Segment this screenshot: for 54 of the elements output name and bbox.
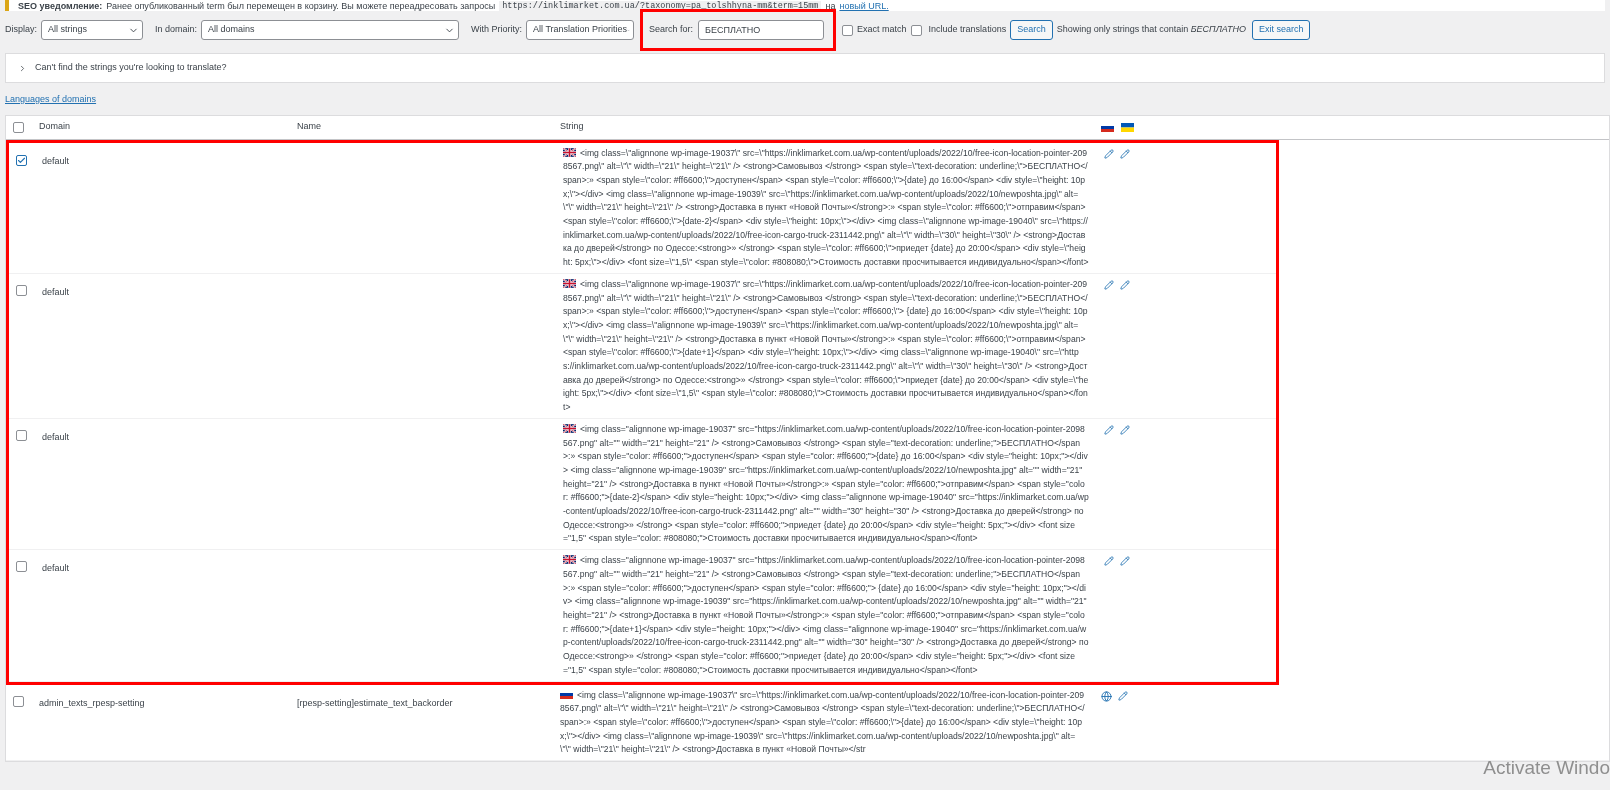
string-cell: <img class=\"alignnone wp-image-19037\" src=\"https://inklimarket.com.ua/wp-content/uploads/2022/10/free-icon-location-pointer-2098567.png\" alt=\"\" width=\"21\" height=\"21\" /> <strong>Самовывоз </strong> <span style=\"text-decoration: underline;\">БЕСПЛАТНО</span>:» <span style=\"color: #ff6600;\">доступен</span> <span style=\"color: #ff6600;\">{date} до 16:00</span> <div style=\"height: 10px;\"></div> <img class=\"alignnone wp-image-19039\" src=\"https://inklimarket.com.ua/wp-content/uploads/2022/10/newposhta.jpg\" alt=\"\" width=\"21\" height=\"21\" /> <strong>Доставка в пункт «Новой Почты»</strong>:» <span style=\"color: #ff6600;\">отправим</span> <span style=\"color: #ff6600;\">{date-2}</span> <div style=\"height: 10px;\"></div> <img class=\"alignnone wp-image-19040\" src=\"https://inklimarket.com.ua/wp-content/uploads/2022/10/free-icon-cargo-truck-2311442.png\" alt=\"\" width=\"30\" height=\"30\" /> <strong>Доставка до дверей</strong> по Одессе:<strong>» </strong> <span style=\"color: #ff6600;\">приедет {date} до 20:00</span> <div style=\"height: 5px;\"></div> <font size=\"1,5\" <span style=\"color: #808080;\">Стоимость доставки просчитывается индивидуально</span></font> [563, 146, 1089, 270]
new-url-link[interactable]: новый URL. [839, 1, 889, 11]
priority-select[interactable]: All Translation Priorities [526, 20, 635, 40]
pencil-icon[interactable] [1104, 424, 1114, 435]
column-header: Domain [39, 121, 70, 132]
domain-cell: default [42, 563, 70, 574]
domain-select[interactable]: All domains [201, 20, 460, 40]
row-checkbox[interactable] [16, 561, 27, 573]
row-checkbox[interactable] [16, 154, 27, 166]
display-select[interactable]: All strings [41, 20, 143, 40]
pencil-icon[interactable] [1120, 148, 1130, 159]
domain-label: In domain: [155, 23, 198, 37]
row-checkbox[interactable] [16, 429, 27, 441]
domain-cell: admin_texts_rpesp-setting [39, 697, 145, 708]
help-panel-label: Can't find the strings you're looking to translate? [35, 61, 227, 75]
notice-text: Ранее опубликованный term был перемещен в корзину. Вы можете переадресовать запросы [106, 1, 496, 11]
pencil-icon[interactable] [1118, 690, 1128, 701]
pencil-icon[interactable] [1120, 279, 1130, 290]
domain-cell: default [42, 286, 70, 297]
select-all-checkbox[interactable] [13, 121, 24, 133]
help-panel[interactable]: Can't find the strings you're looking to translate? [5, 53, 1605, 83]
string-cell-text: <img class="alignnone wp-image-19037" src="https://inklimarket.com.ua/wp-content/uploads/2022/10/free-icon-location-pointer-2098567.png" alt="" width="21" height="21" /> <strong>Самовывоз </strong> <span style="text-decoration: underline;">БЕСПЛАТНО</span>:» <span style="color: #ff6600;">доступен</span> <span style="color: #ff6600;">{date} до 16:00</span> <div style="height: 10px;"></div> <img class="alignnone wp-image-19039" src="https://inklimarket.com.ua/wp-content/uploads/2022/10/newposhta.jpg" alt="" width="21" height="21" /> <strong>Доставка в пункт «Новой Почты»</strong>:» <span style="color: #ff6600;">отправим</span> <span style="color: #ff6600;">{date-2}</span> <div style="height: 10px;"></div> <img class="alignnone wp-image-19040" src="https://inklimarket.com.ua/wp-content/uploads/2022/10/free-icon-cargo-truck-2311442.png" alt="" width="30" height="30" /> <strong>Доставка до дверей</strong> по Одессе:<strong>» </strong> <span style="color: #ff6600;">приедет {date} до 20:00</span> <div style="height: 5px;"></div> <font size="1,5" <span style="color: #808080;">Стоимость доставки просчитывается индивидуально</span></font> [563, 422, 1089, 546]
search-field[interactable]: БЕСПЛАТНО [698, 20, 825, 40]
string-cell: <img class=\"alignnone wp-image-19037\" src=\"https://inklimarket.com.ua/wp-content/uploads/2022/10/free-icon-location-pointer-2098567.png\" alt=\"\" width=\"21\" height=\"21\" /> <strong>Самовывоз </strong> <span style=\"text-decoration: underline;\">БЕСПЛАТНО</span>:» <span style=\"color: #ff6600;\">доступен</span> <span style=\"color: #ff6600;\"> {date} до 16:00</span> <div style=\"height: 10px;\"></div> <img class=\"alignnone wp-image-19039\" src=\"https://inklimarket.com.ua/wp-content/uploads/2022/10/newposhta.jpg\" alt=\"\" width=\"21\" height=\"21\" /> <strong>Доставка в пункт «Новой Почты»</strong>:» <span style=\"color: #ff6600;\">отправим</span> <span style=\"color: #ff6600;\">{date+1}</span> <div style=\"height: 10px;\"></div> <img class=\"alignnone wp-image-19040\" src=\"https://inklimarket.com.ua/wp-content/uploads/2022/10/free-icon-cargo-truck-2311442.png\" alt=\"\" width=\"30\" height=\"30\" /> <strong>Доставка до дверей</strong> по Одессе:<strong>» </strong> <span style=\"color: #ff6600;\">приедет {date} до 20:00</span> <div style=\"height: 5px;\"></div> <font size=\"1,5\" <span style=\"color: #808080;\">Стоимость доставки просчитывается индивидуально</span></font> [563, 277, 1089, 415]
pencil-icon[interactable] [1104, 279, 1114, 290]
include-translations-checkbox[interactable] [910, 24, 922, 36]
pencil-icon[interactable] [1120, 424, 1130, 435]
display-label: Display: [5, 23, 37, 37]
string-cell-text: <img class="alignnone wp-image-19037" src="https://inklimarket.com.ua/wp-content/uploads/2022/10/free-icon-location-pointer-2098567.png" alt="" width="21" height="21" /> <strong>Самовывоз </strong> <span style="text-decoration: underline;">БЕСПЛАТНО</span>:» <span style="color: #ff6600;">доступен</span> <span style="color: #ff6600;"> {date} до 16:00</span> <div style="height: 10px;"></div> <img class="alignnone wp-image-19039" src="https://inklimarket.com.ua/wp-content/uploads/2022/10/newposhta.jpg" alt="" width="21" height="21" /> <strong>Доставка в пункт «Новой Почты»</strong>:» <span style="color: #ff6600;">отправим</span> <span style="color: #ff6600;">{date+1}</span> <div style="height: 10px;"></div> <img class="alignnone wp-image-19040" src="https://inklimarket.com.ua/wp-content/uploads/2022/10/free-icon-cargo-truck-2311442.png" alt="" width="30" height="30" /> <strong>Доставка до дверей</strong> по Одессе:<strong>» </strong> <span style="color: #ff6600;">приедет {date} до 20:00</span> <div style="height: 5px;"></div> <font size="1,5" <span style="color: #808080;">Стоимость доставки просчитывается индивидуально</span></font> [563, 554, 1089, 677]
activation-notice: Activate Windo [1483, 755, 1610, 780]
search-label: Search for: [649, 23, 694, 37]
languages-of-domains-link[interactable]: Languages of domains [5, 94, 97, 104]
column-header: Name [297, 121, 321, 132]
string-cell-text: <img class=\"alignnone wp-image-19037\" src=\"https://inklimarket.com.ua/wp-content/uploads/2022/10/free-icon-location-pointer-2098567.png\" alt=\"\" width=\"21\" height=\"21\" /> <strong>Самовывоз </strong> <span style=\"text-decoration: underline;\">БЕСПЛАТНО</span>:» <span style=\"color: #ff6600;\">доступен</span> <span style=\"color: #ff6600;\">{date} до 16:00</span> <div style=\"height: 10px;\"></div> <img class=\"alignnone wp-image-19039\" src=\"https://inklimarket.com.ua/wp-content/uploads/2022/10/newposhta.jpg\" alt=\"\" width=\"21\" height=\"21\" /> <strong>Доставка в пункт «Новой Почты»</str [560, 688, 1086, 757]
notice-url: https://inklimarket.com.ua/?taxonomy=pa_tolshhyna-mm&term=15mm [499, 1, 822, 11]
pencil-icon[interactable] [1120, 556, 1130, 567]
priority-label: With Priority: [471, 23, 523, 37]
row-checkbox[interactable] [16, 284, 27, 296]
pencil-icon[interactable] [1104, 556, 1114, 567]
pencil-icon[interactable] [1104, 148, 1114, 159]
exit-search-button[interactable]: Exit search [1251, 20, 1311, 40]
exact-match-checkbox[interactable] [842, 24, 854, 36]
name-cell: [rpesp-setting]estimate_text_backorder [297, 697, 453, 708]
notice-label: SEO уведомление: [18, 1, 103, 11]
include-translations-label: Include translations [928, 23, 1007, 37]
notice-text: на [825, 1, 836, 11]
domain-cell: default [42, 431, 70, 442]
row-checkbox[interactable] [13, 695, 24, 707]
column-header: String [560, 121, 584, 132]
search-status: Showing only strings that contain БЕСПЛАТНО [1056, 23, 1246, 37]
exact-match-label: Exact match [857, 23, 907, 37]
globe-icon[interactable] [1101, 690, 1112, 702]
domain-cell: default [42, 155, 70, 166]
search-button[interactable]: Search [1010, 20, 1053, 40]
